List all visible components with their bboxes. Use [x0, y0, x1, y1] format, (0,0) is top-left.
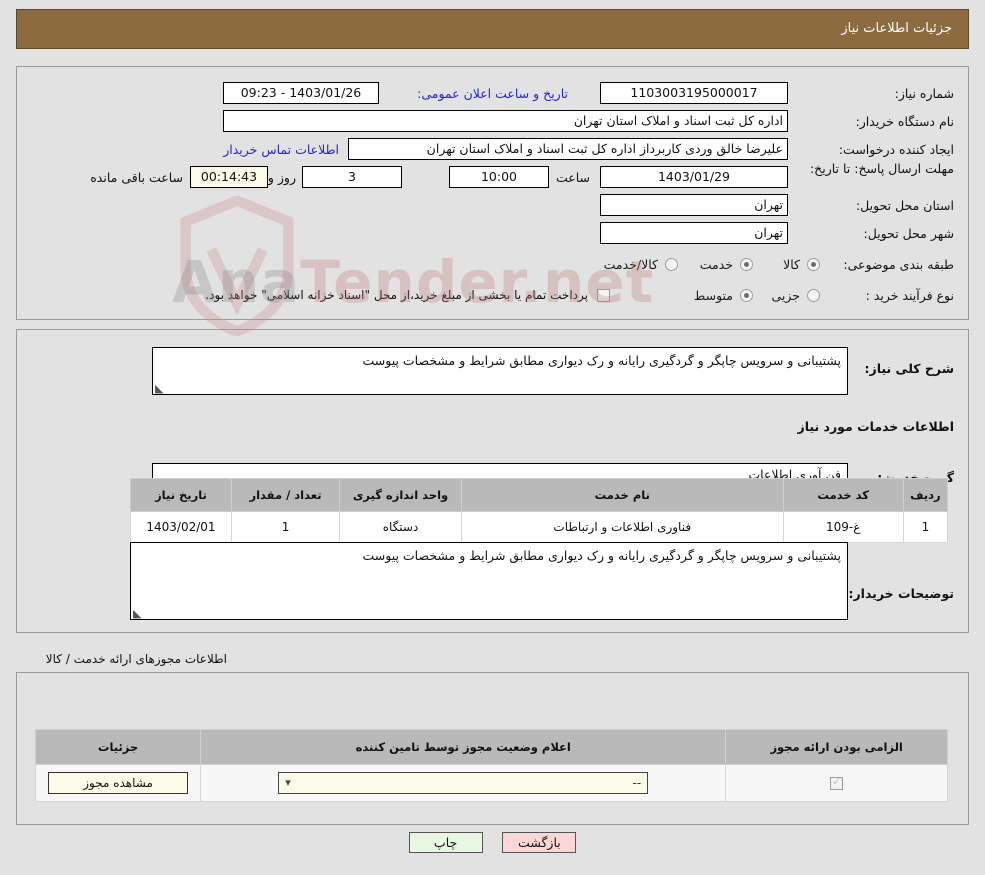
need-number-field[interactable]: 1103003195000017 — [600, 82, 788, 104]
need-details-panel: شرح کلی نیاز: پشتیبانی و سرویس چاپگر و گ… — [16, 329, 969, 633]
treasury-bond-note: پرداخت تمام یا بخشی از مبلغ خرید،از محل … — [205, 288, 588, 303]
need-description-textarea[interactable]: پشتیبانی و سرویس چاپگر و گردگیری رایانه … — [152, 347, 848, 395]
table-row: 1 غ-109 فناوری اطلاعات و ارتباطات دستگاه… — [131, 512, 948, 543]
treasury-bond-checkbox[interactable] — [597, 289, 610, 302]
cell-need-date: 1403/02/01 — [131, 512, 232, 543]
category-radio-kala-khedmat[interactable] — [665, 258, 678, 271]
licenses-section-note: اطلاعات مجوزهای ارائه خدمت / کالا — [46, 652, 227, 666]
subject-category-label: طبقه بندی موضوعی: — [843, 257, 954, 272]
deadline-time-field[interactable]: 10:00 — [449, 166, 549, 188]
countdown-label: ساعت باقی مانده — [90, 170, 183, 185]
announce-datetime-label: تاریخ و ساعت اعلان عمومی: — [417, 86, 568, 101]
col-quantity: تعداد / مقدار — [231, 479, 339, 512]
cell-service-code: غ-109 — [783, 512, 903, 543]
delivery-province-field[interactable]: تهران — [600, 194, 788, 216]
category-label-khedmat[interactable]: خدمت — [700, 257, 733, 272]
services-table: ردیف کد خدمت نام خدمت واحد اندازه گیری ت… — [130, 478, 948, 543]
days-label: روز و — [268, 170, 296, 185]
need-summary-panel: شماره نیاز: 1103003195000017 تاریخ و ساع… — [16, 66, 969, 320]
table-row: ▾ -- مشاهده مجوز — [36, 765, 948, 802]
col-row-number: ردیف — [903, 479, 947, 512]
buyer-org-label: نام دستگاه خریدار: — [856, 114, 954, 129]
countdown-timer-field: 00:14:43 — [190, 166, 268, 188]
need-description-text: پشتیبانی و سرویس چاپگر و گردگیری رایانه … — [362, 353, 841, 368]
page-title: جزئیات اطلاعات نیاز — [841, 10, 952, 48]
license-status-select[interactable]: ▾ -- — [278, 772, 648, 794]
delivery-city-field[interactable]: تهران — [600, 222, 788, 244]
announce-datetime-field[interactable]: 1403/01/26 - 09:23 — [223, 82, 379, 104]
need-number-label: شماره نیاز: — [895, 86, 954, 101]
cell-license-required — [726, 765, 948, 802]
col-need-date: تاریخ نیاز — [131, 479, 232, 512]
services-section-title: اطلاعات خدمات مورد نیاز — [798, 419, 955, 434]
delivery-province-label: استان محل تحویل: — [856, 198, 954, 213]
category-radio-kala[interactable] — [807, 258, 820, 271]
response-deadline-label: مهلت ارسال پاسخ: تا تاریخ: — [804, 161, 954, 176]
chevron-down-icon: ▾ — [285, 773, 291, 793]
resize-grip-icon[interactable]: ◢ — [155, 384, 165, 394]
cell-service-name: فناوری اطلاعات و ارتباطات — [461, 512, 783, 543]
license-status-value: -- — [633, 776, 642, 790]
licenses-panel: الزامی بودن ارائه مجوز اعلام وضعیت مجوز … — [16, 672, 969, 825]
col-unit: واحد اندازه گیری — [340, 479, 462, 512]
col-license-required: الزامی بودن ارائه مجوز — [726, 730, 948, 765]
buyer-notes-textarea[interactable]: پشتیبانی و سرویس چاپگر و گردگیری رایانه … — [130, 542, 848, 620]
footer-button-bar: بازگشت چاپ — [0, 832, 985, 853]
delivery-city-label: شهر محل تحویل: — [864, 226, 954, 241]
col-license-details: جزئیات — [36, 730, 201, 765]
cell-license-details: مشاهده مجوز — [36, 765, 201, 802]
process-label-motavaset[interactable]: متوسط — [694, 288, 733, 303]
buyer-notes-text: پشتیبانی و سرویس چاپگر و گردگیری رایانه … — [362, 548, 841, 563]
back-button[interactable]: بازگشت — [502, 832, 576, 853]
col-service-code: کد خدمت — [783, 479, 903, 512]
buyer-contact-link[interactable]: اطلاعات تماس خریدار — [223, 142, 339, 157]
view-license-button[interactable]: مشاهده مجوز — [48, 772, 188, 794]
col-service-name: نام خدمت — [461, 479, 783, 512]
process-radio-jozee[interactable] — [807, 289, 820, 302]
cell-row-number: 1 — [903, 512, 947, 543]
cell-quantity: 1 — [231, 512, 339, 543]
license-required-checkbox — [830, 777, 843, 790]
licenses-table: الزامی بودن ارائه مجوز اعلام وضعیت مجوز … — [35, 729, 948, 802]
request-creator-label: ایجاد کننده درخواست: — [839, 142, 954, 157]
category-radio-khedmat[interactable] — [740, 258, 753, 271]
remaining-days-field[interactable]: 3 — [302, 166, 402, 188]
resize-grip-icon[interactable]: ◢ — [133, 609, 143, 619]
buyer-notes-label: توضیحات خریدار: — [848, 586, 954, 601]
deadline-date-field[interactable]: 1403/01/29 — [600, 166, 788, 188]
process-label-jozee[interactable]: جزیی — [771, 288, 800, 303]
request-creator-field[interactable]: علیرضا خالق وردی کاربرداز اداره کل ثبت ا… — [348, 138, 788, 160]
buyer-org-field[interactable]: اداره کل ثبت اسناد و املاک استان تهران — [223, 110, 788, 132]
licenses-table-header-row: الزامی بودن ارائه مجوز اعلام وضعیت مجوز … — [36, 730, 948, 765]
purchase-process-label: نوع فرآیند خرید : — [866, 288, 954, 303]
col-license-status: اعلام وضعیت مجوز توسط تامین کننده — [201, 730, 726, 765]
process-radio-motavaset[interactable] — [740, 289, 753, 302]
category-label-kala[interactable]: کالا — [783, 257, 800, 272]
page-header: جزئیات اطلاعات نیاز — [16, 9, 969, 49]
hour-label: ساعت — [556, 170, 590, 185]
category-label-kala-khedmat[interactable]: کالا/خدمت — [604, 257, 658, 272]
print-button[interactable]: چاپ — [409, 832, 483, 853]
cell-unit: دستگاه — [340, 512, 462, 543]
services-table-header-row: ردیف کد خدمت نام خدمت واحد اندازه گیری ت… — [131, 479, 948, 512]
need-description-label: شرح کلی نیاز: — [865, 361, 954, 376]
cell-license-status: ▾ -- — [201, 765, 726, 802]
